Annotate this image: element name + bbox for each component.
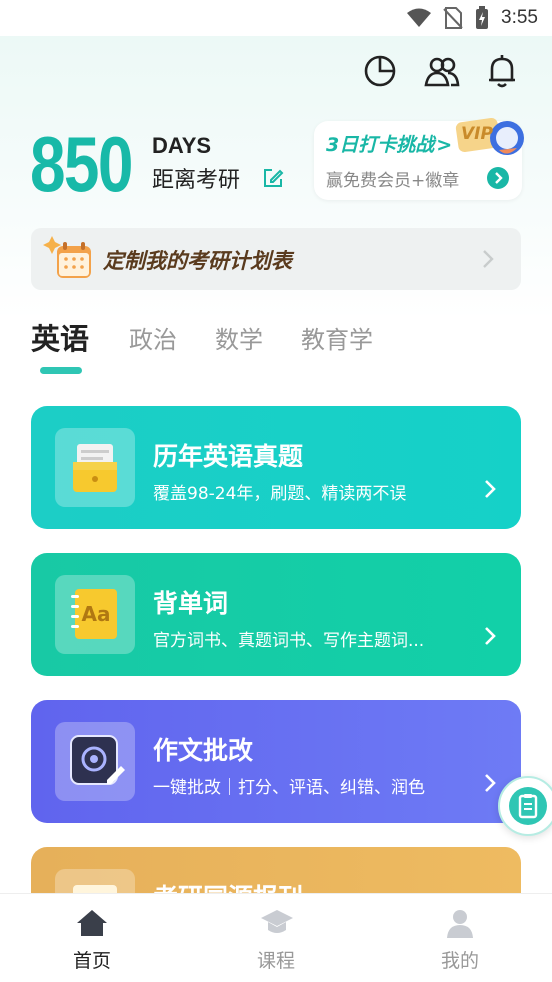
tab-english[interactable]: 英语 <box>31 316 89 358</box>
bottom-navigation: 首页 课程 我的 <box>0 893 552 982</box>
card-past-exams[interactable]: 历年英语真题 覆盖98-24年，刷题、精读两不误 <box>31 406 521 529</box>
calendar-icon <box>43 236 91 278</box>
card-description: 覆盖98-24年，刷题、精读两不误 <box>153 484 407 504</box>
chevron-right-icon <box>483 250 494 268</box>
vip-badge-text: VIP <box>461 124 493 144</box>
wifi-icon <box>407 8 432 27</box>
group-icon[interactable] <box>424 53 460 89</box>
clock: 3:55 <box>501 7 538 28</box>
card-essay-correction[interactable]: 作文批改 一键批改｜打分、评语、纠错、润色 <box>31 700 521 823</box>
card-title: 背单词 <box>153 589 229 618</box>
tab-math[interactable]: 数学 <box>215 320 263 355</box>
chevron-right-icon <box>485 480 496 498</box>
ai-essay-icon <box>55 722 135 801</box>
tab-education[interactable]: 教育学 <box>301 320 373 355</box>
days-unit-label: DAYS <box>152 133 212 158</box>
battery-charging-icon <box>476 6 489 29</box>
nav-label: 我的 <box>440 950 479 972</box>
card-description: 官方词书、真题词书、写作主题词... <box>153 631 425 651</box>
folder-icon <box>55 428 135 507</box>
nav-home[interactable]: 首页 <box>0 894 184 982</box>
subject-tabs: 英语 政治 数学 教育学 <box>31 320 521 370</box>
days-countdown-number: 850 <box>30 120 133 208</box>
nav-label: 课程 <box>256 950 295 972</box>
vip-badge: VIP <box>455 114 525 162</box>
study-plan-banner[interactable]: 定制我的考研计划表 <box>31 228 521 290</box>
status-bar: 3:55 <box>0 0 552 36</box>
pie-chart-icon[interactable] <box>362 53 398 89</box>
challenge-go-button[interactable] <box>487 167 509 189</box>
chevron-right-icon <box>485 774 496 792</box>
tab-politics[interactable]: 政治 <box>129 320 177 355</box>
challenge-subtitle: 赢免费会员+徽章 <box>326 171 460 191</box>
floating-clipboard-button[interactable] <box>498 776 552 836</box>
svg-text:Aa: Aa <box>82 602 111 626</box>
card-title: 作文批改 <box>153 736 254 765</box>
person-icon <box>447 910 473 938</box>
clipboard-icon <box>518 794 538 819</box>
tab-active-indicator <box>40 367 82 374</box>
card-title: 历年英语真题 <box>153 442 304 471</box>
no-sim-icon <box>443 7 463 29</box>
notebook-aa-icon: Aa <box>55 575 135 654</box>
chevron-right-icon <box>485 627 496 645</box>
chevron-right-icon <box>495 172 503 184</box>
nav-courses[interactable]: 课程 <box>184 894 368 982</box>
home-icon <box>77 910 107 936</box>
nav-me[interactable]: 我的 <box>368 894 552 982</box>
graduation-cap-icon <box>261 910 293 933</box>
card-description: 一键批改｜打分、评语、纠错、润色 <box>153 778 425 798</box>
bell-icon[interactable] <box>484 53 520 89</box>
days-subtitle: 距离考研 <box>152 168 241 193</box>
card-vocabulary[interactable]: Aa 背单词 官方词书、真题词书、写作主题词... <box>31 553 521 676</box>
nav-label: 首页 <box>72 950 111 972</box>
edit-icon[interactable] <box>262 167 284 189</box>
challenge-title: 3日打卡挑战 > <box>326 134 453 156</box>
study-plan-label: 定制我的考研计划表 <box>103 249 292 273</box>
